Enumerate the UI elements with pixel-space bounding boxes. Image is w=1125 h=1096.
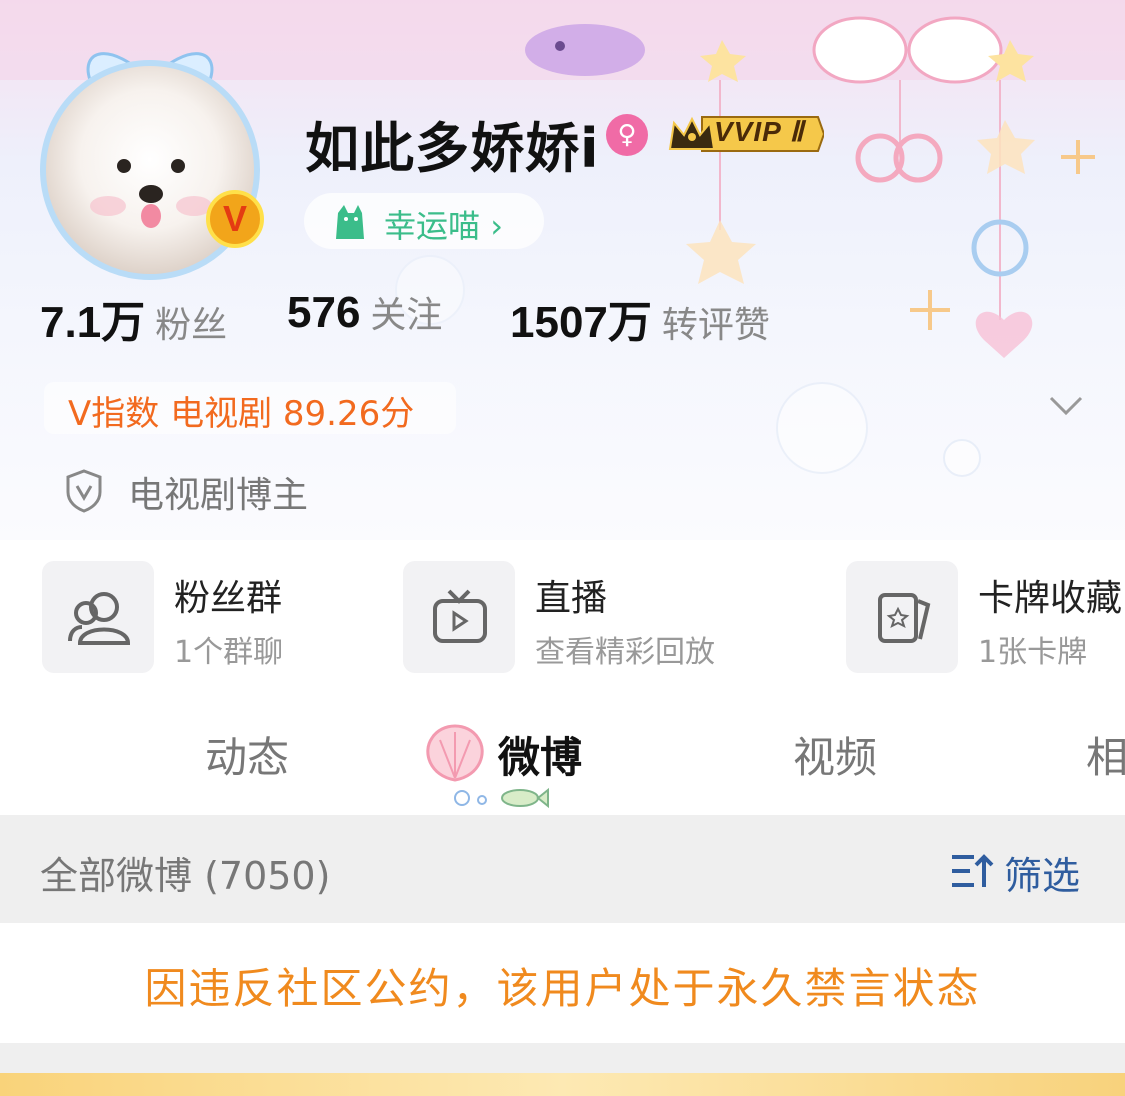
feature-fan-group[interactable]: 粉丝群 1个群聊 xyxy=(42,561,342,673)
chevron-right-icon: › xyxy=(490,207,503,245)
category-tag: 电视剧博主 xyxy=(128,475,309,516)
feature-title: 粉丝群 xyxy=(174,578,283,619)
tab-activity[interactable]: 动态 xyxy=(205,724,289,785)
verified-v-badge: V xyxy=(206,190,264,248)
section-gap xyxy=(0,1043,1125,1073)
feature-subtitle: 查看精彩回放 xyxy=(535,635,715,670)
fish-decoration-icon xyxy=(454,787,549,809)
ban-notice-box: 因违反社区公约，该用户处于永久禁言状态 xyxy=(0,923,1125,1043)
fan-group-icon xyxy=(68,592,131,645)
feature-subtitle: 1个群聊 xyxy=(174,635,284,670)
tv-icon xyxy=(433,589,487,643)
shield-icon xyxy=(66,469,102,513)
stat-interactions[interactable]: 1507万 转评赞 xyxy=(510,286,770,350)
weibo-count: 全部微博 (7050) xyxy=(40,854,331,898)
stat-value: 576 xyxy=(287,288,361,337)
vip-label: VVIP Ⅱ xyxy=(714,116,805,147)
feature-subtitle: 1张卡牌 xyxy=(978,635,1088,670)
shell-decoration-icon xyxy=(426,724,484,782)
stat-following[interactable]: 576 关注 xyxy=(287,286,442,338)
lucky-cat-label: 幸运喵 › xyxy=(384,207,503,245)
ban-notice-text: 因违反社区公约，该用户处于永久禁言状态 xyxy=(144,964,981,1013)
bottom-banner xyxy=(0,1073,1125,1096)
stat-label: 转评赞 xyxy=(661,305,770,346)
tab-video[interactable]: 视频 xyxy=(793,724,877,785)
filter-label: 筛选 xyxy=(1004,854,1081,898)
feature-icon-box xyxy=(403,561,515,673)
stat-value: 7.1万 xyxy=(40,298,146,347)
tab-album[interactable]: 相 xyxy=(1086,724,1125,785)
lucky-cat-icon xyxy=(336,205,364,239)
vip-badge[interactable]: VVIP Ⅱ xyxy=(666,113,824,155)
feature-icon-box xyxy=(42,561,154,673)
feature-live[interactable]: 直播 查看精彩回放 xyxy=(403,561,763,673)
filter-sort-icon xyxy=(952,854,994,887)
stat-label: 关注 xyxy=(370,295,443,336)
stat-value: 1507万 xyxy=(510,298,652,347)
female-icon: ♀ xyxy=(606,114,648,156)
card-icon xyxy=(878,593,931,643)
feature-title: 直播 xyxy=(535,578,608,619)
avatar-container[interactable]: V xyxy=(30,40,270,280)
filter-bar: 全部微博 (7050) 筛选 xyxy=(0,815,1125,923)
stat-followers[interactable]: 7.1万 粉丝 xyxy=(40,286,227,350)
v-index-text: V指数 电视剧 89.26分 xyxy=(68,394,415,434)
feature-card-collection[interactable]: 卡牌收藏 1张卡牌 xyxy=(846,561,1125,673)
profile-page: V 如此多娇娇i ♀ VVIP Ⅱ 幸运喵 › 7.1万 粉丝 576 关注 150… xyxy=(0,0,1125,1096)
lucky-cat-button[interactable]: 幸运喵 › xyxy=(304,193,544,249)
profile-tabs: 动态 微博 视频 相 xyxy=(0,700,1125,815)
v-index-pill[interactable]: V指数 电视剧 89.26分 xyxy=(44,382,456,434)
feature-title: 卡牌收藏 xyxy=(978,578,1123,619)
username: 如此多娇娇i xyxy=(305,117,600,180)
stat-label: 粉丝 xyxy=(155,305,228,346)
tab-weibo[interactable]: 微博 xyxy=(498,724,582,785)
chevron-down-icon[interactable] xyxy=(1048,394,1084,418)
feature-icon-box xyxy=(846,561,958,673)
